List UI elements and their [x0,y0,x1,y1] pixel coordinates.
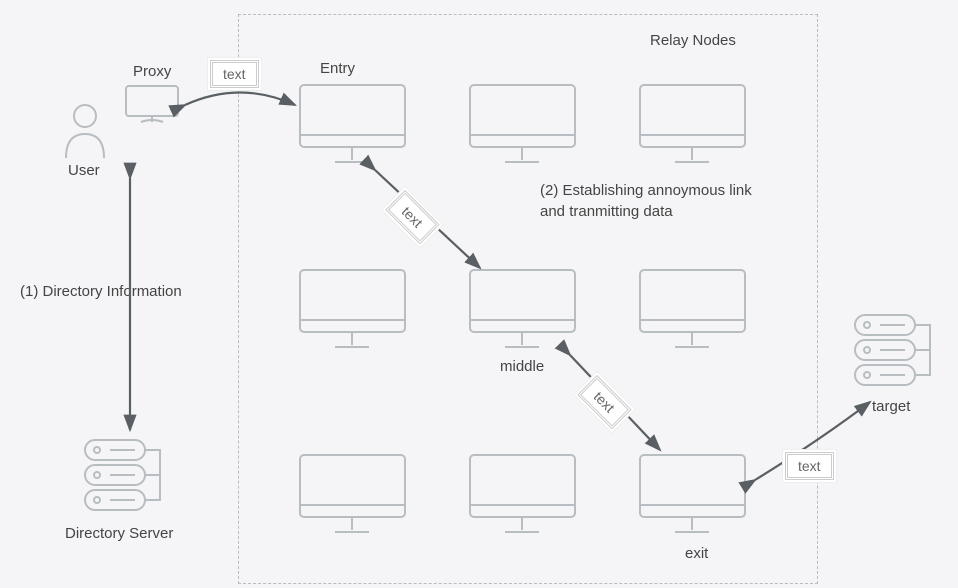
text-badge: text [785,452,834,480]
arrows-overlay [0,0,958,588]
text-badge: text [210,60,259,88]
